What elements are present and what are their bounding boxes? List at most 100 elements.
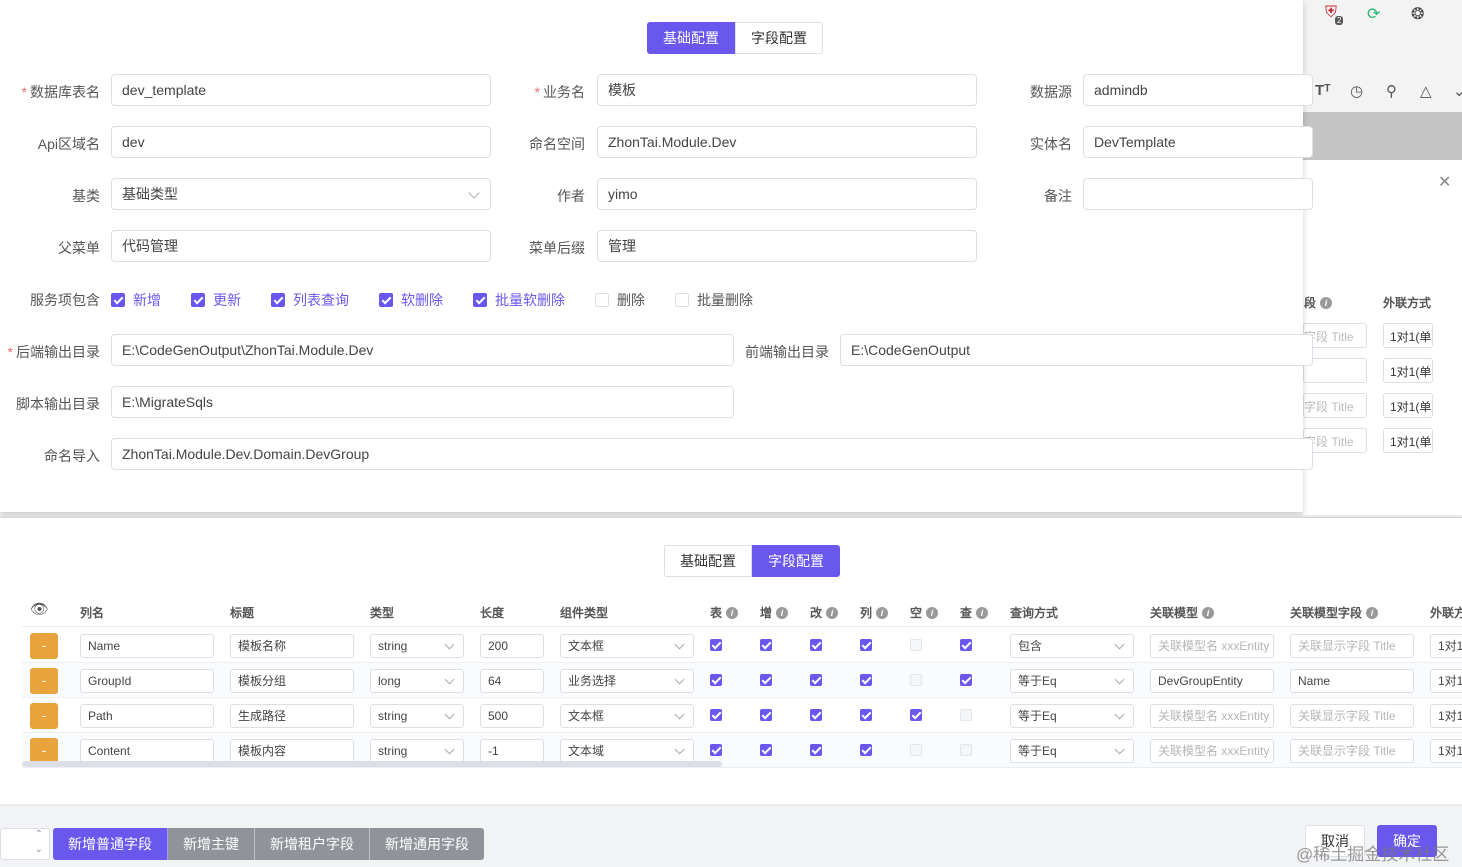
type-select[interactable]: string: [370, 739, 464, 763]
add-tenant-field-button[interactable]: 新增租户字段: [255, 828, 370, 860]
list-checkbox[interactable]: [860, 744, 872, 756]
datasource-input[interactable]: admindb: [1083, 74, 1313, 106]
search-icon[interactable]: ⚲: [1386, 82, 1397, 100]
remove-row-button[interactable]: -: [30, 668, 58, 694]
service-checkbox[interactable]: 删除: [595, 290, 645, 310]
service-checkbox[interactable]: 列表查询: [271, 290, 349, 310]
add-checkbox[interactable]: [760, 674, 772, 686]
checkbox-box[interactable]: [271, 293, 285, 307]
chevron-down-icon[interactable]: ⌄: [35, 844, 43, 855]
add-common-field-button[interactable]: 新增通用字段: [370, 828, 484, 860]
component-select[interactable]: 文本框: [560, 634, 694, 658]
rel-model-input[interactable]: 关联模型名 xxxEntity: [1150, 634, 1274, 658]
back-join-select[interactable]: 1对1(单: [1383, 428, 1433, 453]
component-select[interactable]: 业务选择: [560, 669, 694, 693]
rel-model-input[interactable]: DevGroupEntity: [1150, 669, 1274, 693]
base-class-select[interactable]: 基础类型: [111, 178, 491, 210]
query-mode-select[interactable]: 等于Eq: [1010, 739, 1134, 763]
checkbox-box[interactable]: [675, 293, 689, 307]
length-input[interactable]: -1: [480, 739, 544, 763]
chevron-up-icon[interactable]: ⌃: [35, 829, 43, 840]
back-field-input[interactable]: 字段 Title: [1303, 393, 1367, 418]
empty-checkbox[interactable]: [910, 674, 922, 686]
query-mode-select[interactable]: 包含: [1010, 634, 1134, 658]
edit-checkbox[interactable]: [810, 639, 822, 651]
globe-icon[interactable]: ◷: [1350, 82, 1363, 100]
rel-field-input[interactable]: 关联显示字段 Title: [1290, 704, 1414, 728]
title-input[interactable]: 模板分组: [230, 669, 354, 693]
horizontal-scrollbar[interactable]: [22, 761, 722, 767]
length-input[interactable]: 200: [480, 634, 544, 658]
imports-input[interactable]: ZhonTai.Module.Dev.Domain.DevGroup: [111, 438, 1313, 470]
checkbox-box[interactable]: [379, 293, 393, 307]
author-input[interactable]: yimo: [597, 178, 977, 210]
column-name-input[interactable]: Name: [80, 634, 214, 658]
remove-row-button[interactable]: -: [30, 703, 58, 729]
chevron-down-icon[interactable]: ⌄: [1453, 82, 1462, 100]
menu-suffix-input[interactable]: 管理: [597, 230, 977, 262]
namespace-input[interactable]: ZhonTai.Module.Dev: [597, 126, 977, 158]
t-checkbox[interactable]: [710, 744, 722, 756]
query-checkbox[interactable]: [960, 674, 972, 686]
backend-dir-input[interactable]: E:\CodeGenOutput\ZhonTai.Module.Dev: [111, 334, 734, 366]
service-checkbox[interactable]: 批量删除: [675, 290, 753, 310]
query-mode-select[interactable]: 等于Eq: [1010, 704, 1134, 728]
add-primary-key-button[interactable]: 新增主键: [168, 828, 255, 860]
add-normal-field-button[interactable]: 新增普通字段: [53, 828, 168, 860]
join-select[interactable]: 1对1: [1430, 634, 1462, 658]
remove-row-button[interactable]: -: [30, 633, 58, 659]
service-checkbox[interactable]: 软删除: [379, 290, 443, 310]
add-checkbox[interactable]: [760, 709, 772, 721]
checkbox-box[interactable]: [111, 293, 125, 307]
type-select[interactable]: long: [370, 669, 464, 693]
empty-checkbox[interactable]: [910, 639, 922, 651]
join-select[interactable]: 1对1: [1430, 669, 1462, 693]
type-select[interactable]: string: [370, 704, 464, 728]
t-checkbox[interactable]: [710, 639, 722, 651]
column-name-input[interactable]: GroupId: [80, 669, 214, 693]
component-select[interactable]: 文本框: [560, 704, 694, 728]
font-size-icon[interactable]: Tᵀ: [1315, 82, 1331, 99]
list-checkbox[interactable]: [860, 639, 872, 651]
edit-checkbox[interactable]: [810, 744, 822, 756]
entity-input[interactable]: DevTemplate: [1083, 126, 1313, 158]
shirt-icon[interactable]: △: [1420, 82, 1432, 100]
type-select[interactable]: string: [370, 634, 464, 658]
tab-basic-config[interactable]: 基础配置: [664, 545, 752, 577]
column-name-input[interactable]: Path: [80, 704, 214, 728]
edit-checkbox[interactable]: [810, 709, 822, 721]
number-stepper[interactable]: ⌃ ⌄: [0, 828, 50, 860]
back-join-select[interactable]: 1对1(单: [1383, 393, 1433, 418]
checkbox-box[interactable]: [191, 293, 205, 307]
rel-field-input[interactable]: 关联显示字段 Title: [1290, 634, 1414, 658]
column-name-input[interactable]: Content: [80, 739, 214, 763]
tab-basic-config[interactable]: 基础配置: [647, 22, 735, 54]
t-checkbox[interactable]: [710, 674, 722, 686]
length-input[interactable]: 500: [480, 704, 544, 728]
edit-checkbox[interactable]: [810, 674, 822, 686]
checkbox-box[interactable]: [595, 293, 609, 307]
list-checkbox[interactable]: [860, 674, 872, 686]
title-input[interactable]: 生成路径: [230, 704, 354, 728]
rel-field-input[interactable]: Name: [1290, 669, 1414, 693]
close-icon[interactable]: ✕: [1438, 172, 1451, 192]
service-checkbox[interactable]: 更新: [191, 290, 241, 310]
query-checkbox[interactable]: [960, 709, 972, 721]
t-checkbox[interactable]: [710, 709, 722, 721]
add-checkbox[interactable]: [760, 744, 772, 756]
back-join-select[interactable]: 1对1(单: [1383, 358, 1433, 383]
length-input[interactable]: 64: [480, 669, 544, 693]
script-dir-input[interactable]: E:\MigrateSqls: [111, 386, 734, 418]
join-select[interactable]: 1对1: [1430, 704, 1462, 728]
business-input[interactable]: 模板: [597, 74, 977, 106]
puzzle-icon[interactable]: ❂: [1411, 4, 1424, 24]
tab-field-config[interactable]: 字段配置: [735, 22, 823, 54]
service-checkbox[interactable]: 批量软删除: [473, 290, 565, 310]
add-checkbox[interactable]: [760, 639, 772, 651]
component-select[interactable]: 文本域: [560, 739, 694, 763]
service-checkbox[interactable]: 新增: [111, 290, 161, 310]
rel-field-input[interactable]: 关联显示字段 Title: [1290, 739, 1414, 763]
query-mode-select[interactable]: 等于Eq: [1010, 669, 1134, 693]
list-checkbox[interactable]: [860, 709, 872, 721]
checkbox-box[interactable]: [473, 293, 487, 307]
